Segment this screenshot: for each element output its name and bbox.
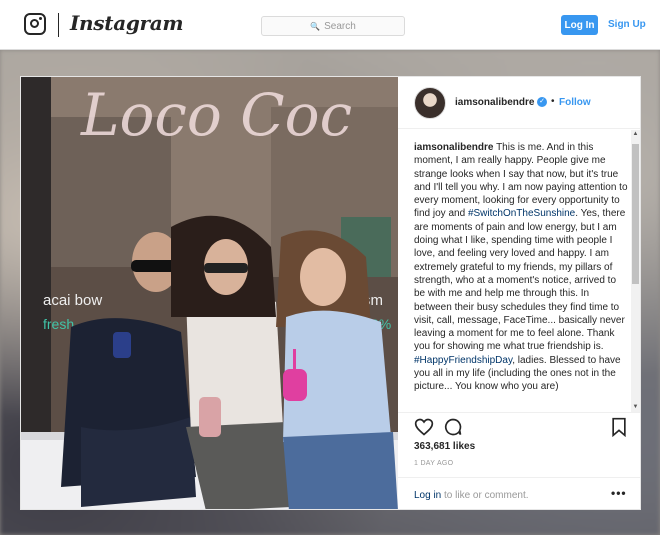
separator-dot: • [551, 96, 555, 107]
login-button[interactable]: Log In [561, 15, 598, 35]
post-photo-illustration: Loco Coc acai bow fresh sm 0% [21, 77, 398, 509]
likes-count[interactable]: 363,681 likes [414, 441, 475, 452]
verified-icon: ✓ [537, 97, 547, 107]
post-actions: 363,681 likes 1 DAY AGO Log in to like o… [398, 412, 640, 509]
comment-prompt: Log in to like or comment. [414, 490, 529, 501]
caption-text-2: . Yes, there are moments of pain and low… [414, 208, 626, 353]
post-photo[interactable]: Loco Coc acai bow fresh sm 0% [21, 77, 398, 509]
caption-scrollbar[interactable]: ▲ ▼ [631, 130, 640, 412]
shop-sign-text: Loco Coc [80, 81, 352, 149]
comment-login-link[interactable]: Log in [414, 490, 441, 501]
post-username[interactable]: iamsonalibendre [455, 97, 534, 108]
search-placeholder: Search [324, 20, 356, 32]
avatar[interactable] [414, 87, 446, 119]
post-card: Loco Coc acai bow fresh sm 0% [20, 76, 641, 510]
post-timestamp[interactable]: 1 DAY AGO [414, 460, 453, 467]
scroll-down-arrow-icon[interactable]: ▼ [631, 403, 640, 412]
hashtag-switch-on-the-sunshine[interactable]: #SwitchOnTheSunshine [468, 208, 575, 219]
search-icon: 🔍 [310, 21, 321, 31]
caption-area: iamsonalibendre This is me. And in this … [398, 130, 640, 412]
comment-icon[interactable] [443, 417, 463, 437]
instagram-wordmark[interactable]: Instagram [70, 11, 184, 35]
comment-prompt-text: to like or comment. [441, 490, 529, 501]
post-header: iamsonalibendre ✓ • Follow [398, 77, 640, 129]
window-text-left-2: fresh [43, 316, 74, 332]
top-navigation: Instagram 🔍 Search Log In Sign Up [0, 0, 660, 50]
follow-button[interactable]: Follow [559, 97, 591, 108]
nav-divider [58, 13, 59, 37]
more-options-icon[interactable]: ••• [611, 486, 627, 500]
save-icon[interactable] [610, 417, 628, 437]
window-text-left: acai bow [43, 292, 102, 309]
scroll-thumb[interactable] [632, 144, 639, 284]
post-caption: iamsonalibendre This is me. And in this … [414, 141, 629, 394]
search-input[interactable]: 🔍 Search [261, 16, 405, 36]
scroll-up-arrow-icon[interactable]: ▲ [631, 130, 640, 139]
caption-username[interactable]: iamsonalibendre [414, 142, 493, 153]
heart-icon[interactable] [414, 417, 434, 437]
hashtag-happy-friendship-day[interactable]: #HappyFriendshipDay [414, 355, 512, 366]
instagram-glyph-icon[interactable] [24, 13, 46, 35]
comment-row: Log in to like or comment. ••• [398, 477, 640, 509]
post-sidebar: iamsonalibendre ✓ • Follow iamsonalibend… [398, 77, 640, 509]
signup-link[interactable]: Sign Up [608, 19, 646, 30]
